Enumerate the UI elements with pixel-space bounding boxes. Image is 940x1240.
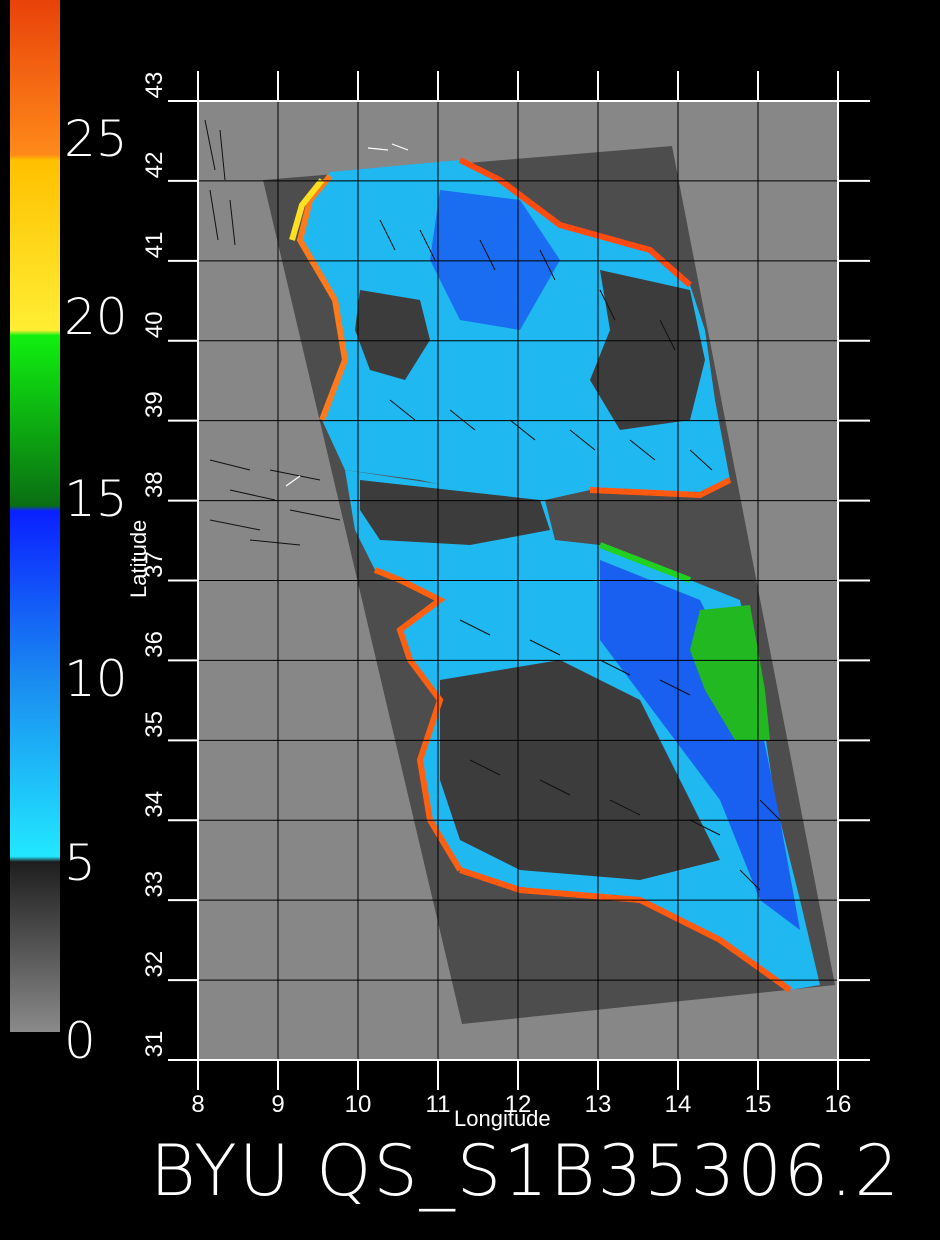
lat-tick-label: 36 [141,631,168,658]
lon-tick-label: 16 [825,1091,852,1118]
lat-tick-label: 38 [141,471,168,498]
lon-tick-label: 15 [745,1091,772,1118]
lon-tick-label: 10 [345,1091,372,1118]
lat-tick-label: 41 [141,231,168,258]
y-axis-title: Latitude [126,519,151,598]
lat-tick-label: 35 [141,711,168,738]
lat-tick-label: 33 [141,871,168,898]
lat-tick-label: 43 [141,72,168,99]
lon-tick-label: 11 [426,1091,451,1118]
lat-tick-label: 32 [141,951,168,978]
lat-tick-label: 31 [141,1031,168,1058]
lat-tick-label: 42 [141,152,168,179]
lon-tick-label: 13 [585,1091,612,1118]
lat-tick-label: 39 [141,391,168,418]
lat-tick-label: 40 [141,311,168,338]
x-axis-title: Longitude [454,1106,551,1131]
lon-tick-label: 14 [665,1091,692,1118]
lon-tick-label: 9 [271,1091,284,1118]
lat-tick-label: 34 [141,791,168,818]
product-title: BYU QS_S1B35306.2 [150,1130,902,1212]
ocean-north-dark-patch-2 [590,270,705,430]
lon-tick-label: 8 [191,1091,204,1118]
